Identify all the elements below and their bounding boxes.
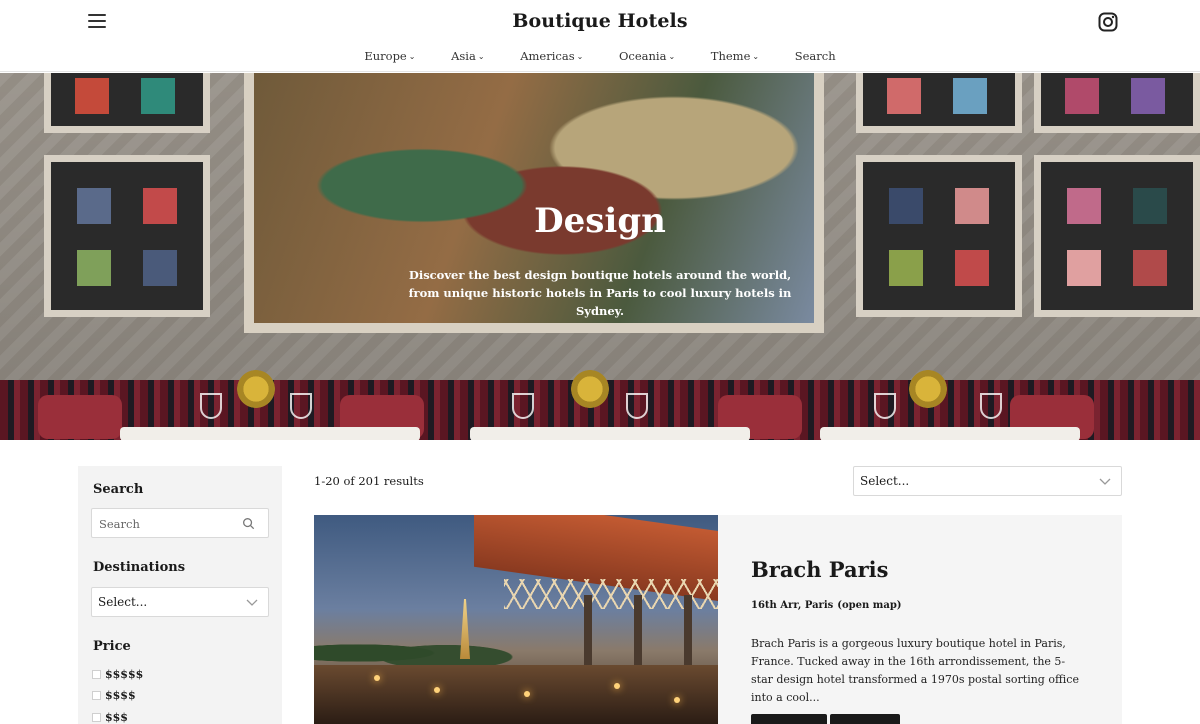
sort-select[interactable]: Select... bbox=[853, 466, 1122, 496]
hotel-description: Brach Paris is a gorgeous luxury boutiqu… bbox=[751, 637, 1079, 704]
hotel-name[interactable]: Brach Paris bbox=[751, 557, 888, 582]
main-nav: Europe ⌄ Asia ⌄ Americas ⌄ Oceania ⌄ Theme ⌄ … bbox=[0, 49, 1200, 63]
hero-artwork-frame bbox=[44, 73, 210, 133]
hero-flowers bbox=[566, 369, 614, 409]
checkbox[interactable] bbox=[92, 691, 101, 700]
nav-item-theme[interactable]: Theme ⌄ bbox=[711, 49, 759, 63]
search-heading: Search bbox=[93, 482, 144, 497]
nav-item-search[interactable]: Search bbox=[795, 49, 836, 63]
search-input[interactable]: Search bbox=[91, 508, 269, 538]
hotel-image[interactable] bbox=[314, 515, 718, 724]
hero-flowers bbox=[232, 369, 280, 409]
price-option-4[interactable]: $$$$ bbox=[92, 689, 136, 702]
nav-item-americas[interactable]: Americas ⌄ bbox=[520, 49, 583, 63]
open-map-link[interactable]: (open map) bbox=[837, 600, 901, 611]
chevron-down-icon bbox=[246, 599, 258, 606]
hero-table bbox=[470, 427, 750, 440]
hotel-card[interactable]: Brach Paris 16th Arr, Paris (open map) Br… bbox=[314, 515, 1122, 724]
nav-item-asia[interactable]: Asia ⌄ bbox=[451, 49, 484, 63]
hotel-location: 16th Arr, Paris (open map) bbox=[751, 600, 902, 611]
destinations-select[interactable]: Select... bbox=[91, 587, 269, 617]
chevron-down-icon: ⌄ bbox=[752, 52, 760, 61]
wine-glass bbox=[290, 393, 312, 419]
search-placeholder: Search bbox=[99, 517, 140, 531]
results-count: 1-20 of 201 results bbox=[314, 474, 424, 488]
wine-glass bbox=[980, 393, 1002, 419]
price-option-5[interactable]: $$$$$ bbox=[92, 668, 143, 681]
price-option-3[interactable]: $$$ bbox=[92, 711, 128, 724]
search-icon[interactable] bbox=[242, 517, 255, 530]
card-action-button[interactable] bbox=[830, 714, 900, 724]
sort-value: Select... bbox=[860, 474, 910, 488]
nav-item-oceania[interactable]: Oceania ⌄ bbox=[619, 49, 675, 63]
hero-banner: Design Discover the best design boutique… bbox=[0, 73, 1200, 440]
hero-artwork-frame bbox=[1034, 73, 1200, 133]
wine-glass bbox=[874, 393, 896, 419]
hero-cushion bbox=[38, 395, 122, 439]
nav-item-europe[interactable]: Europe ⌄ bbox=[364, 49, 415, 63]
hero-subtitle: Discover the best design boutique hotels… bbox=[408, 268, 792, 318]
eiffel-tower bbox=[460, 599, 470, 659]
hero-title: Design bbox=[534, 201, 666, 241]
checkbox[interactable] bbox=[92, 670, 101, 679]
wine-glass bbox=[626, 393, 648, 419]
hero-artwork-frame bbox=[856, 73, 1022, 133]
destinations-heading: Destinations bbox=[93, 560, 186, 575]
hero-flowers bbox=[904, 369, 952, 409]
site-title[interactable]: Boutique Hotels bbox=[0, 10, 1200, 32]
wine-glass bbox=[512, 393, 534, 419]
card-action-button[interactable] bbox=[751, 714, 827, 724]
site-header: Boutique Hotels Europe ⌄ Asia ⌄ Americas ⌄ … bbox=[0, 0, 1200, 72]
destinations-value: Select... bbox=[98, 595, 148, 609]
hero-table bbox=[120, 427, 420, 440]
filter-sidebar: Search Search Destinations Select... Pri… bbox=[78, 466, 282, 724]
chevron-down-icon: ⌄ bbox=[477, 52, 485, 61]
hero-table bbox=[820, 427, 1080, 440]
price-heading: Price bbox=[93, 639, 131, 654]
instagram-icon[interactable] bbox=[1098, 12, 1118, 32]
chevron-down-icon bbox=[1099, 478, 1111, 485]
checkbox[interactable] bbox=[92, 713, 101, 722]
chevron-down-icon: ⌄ bbox=[668, 52, 676, 61]
wine-glass bbox=[200, 393, 222, 419]
chevron-down-icon: ⌄ bbox=[408, 52, 416, 61]
chevron-down-icon: ⌄ bbox=[576, 52, 584, 61]
